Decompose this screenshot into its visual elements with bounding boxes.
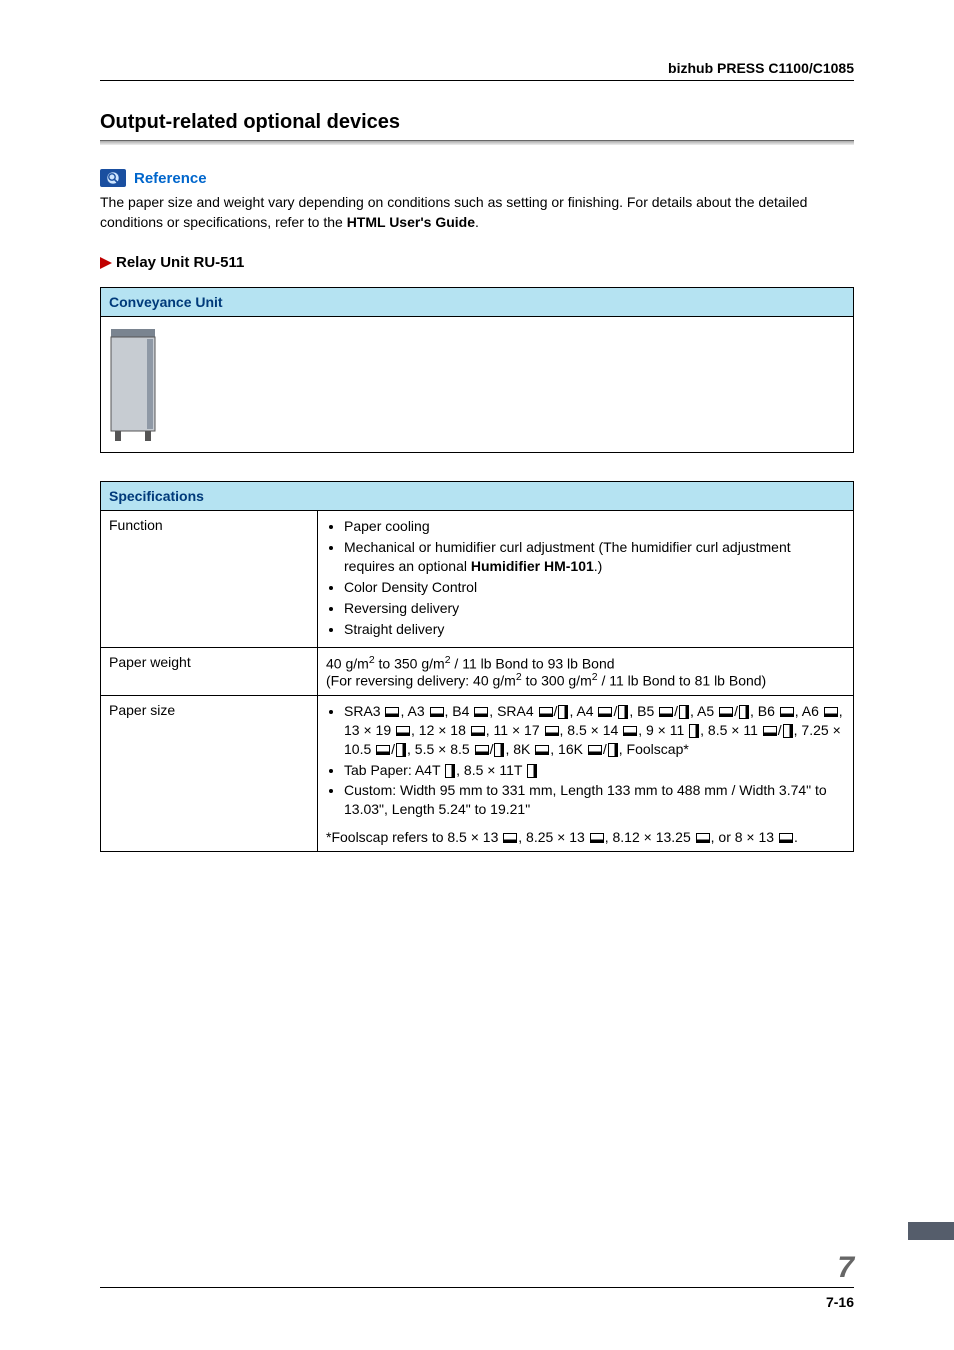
text: to 300 g/m xyxy=(522,673,592,689)
reference-text-after: . xyxy=(475,214,479,230)
list-item: Paper cooling xyxy=(344,517,845,536)
reference-text-bold: HTML User's Guide xyxy=(347,214,475,230)
text-bold: Humidifier HM-101 xyxy=(471,558,594,574)
section-title: Output-related optional devices xyxy=(100,111,854,134)
spec-label: Paper weight xyxy=(101,647,318,695)
spec-value: SRA3 , A3 , B4 , SRA4 /, A4 /, B5 /, A5 … xyxy=(318,695,854,851)
table-row: Function Paper cooling Mechanical or hum… xyxy=(101,511,854,647)
footer-rule xyxy=(100,1287,854,1288)
text: , 8.12 × 13.25 xyxy=(605,829,695,845)
subsection-heading: Relay Unit RU-511 xyxy=(100,254,854,271)
text: 40 g/m xyxy=(326,655,369,671)
reference-row: Reference xyxy=(100,169,854,187)
subsection-title: Relay Unit RU-511 xyxy=(116,254,244,271)
list-item: Custom: Width 95 mm to 331 mm, Length 13… xyxy=(344,781,845,819)
list-item: Reversing delivery xyxy=(344,599,845,618)
reference-label: Reference xyxy=(134,170,207,187)
text: , 8.25 × 13 xyxy=(518,829,588,845)
list-item: Straight delivery xyxy=(344,620,845,639)
text: / 11 lb Bond to 81 lb Bond) xyxy=(598,673,767,689)
text: (For reversing delivery: 40 g/m xyxy=(326,673,516,689)
reference-text: The paper size and weight vary depending… xyxy=(100,193,854,232)
spec-label: Function xyxy=(101,511,318,647)
text: to 350 g/m xyxy=(375,655,445,671)
conveyance-table: Conveyance Unit xyxy=(100,287,854,453)
header-product: bizhub PRESS C1100/C1085 xyxy=(100,60,854,76)
relay-unit-image xyxy=(109,323,161,443)
side-tab xyxy=(908,1222,954,1240)
text: / 11 lb Bond to 93 lb Bond xyxy=(451,655,615,671)
text: , 8.5 × 11T xyxy=(456,762,526,778)
page-number: 7-16 xyxy=(100,1294,854,1310)
list-item: SRA3 , A3 , B4 , SRA4 /, A4 /, B5 /, A5 … xyxy=(344,702,845,759)
specifications-table: Specifications Function Paper cooling Me… xyxy=(100,481,854,852)
table-row: Paper weight 40 g/m2 to 350 g/m2 / 11 lb… xyxy=(101,647,854,695)
table-row: Paper size SRA3 , A3 , B4 , SRA4 /, A4 /… xyxy=(101,695,854,851)
text: . xyxy=(794,829,798,845)
text: , or 8 × 13 xyxy=(711,829,778,845)
footer: 7 7-16 xyxy=(100,1251,854,1310)
conveyance-header: Conveyance Unit xyxy=(101,288,854,317)
spec-value: Paper cooling Mechanical or humidifier c… xyxy=(318,511,854,647)
triangle-icon xyxy=(100,257,112,269)
reference-icon xyxy=(100,169,126,187)
list-item: Mechanical or humidifier curl adjustment… xyxy=(344,538,845,576)
spec-label: Paper size xyxy=(101,695,318,851)
list-item: Tab Paper: A4T , 8.5 × 11T xyxy=(344,761,845,780)
foolscap-note: *Foolscap refers to 8.5 × 13 , 8.25 × 13… xyxy=(326,829,845,845)
text: .) xyxy=(594,558,603,574)
text: Tab Paper: A4T xyxy=(344,762,444,778)
spec-value: 40 g/m2 to 350 g/m2 / 11 lb Bond to 93 l… xyxy=(318,647,854,695)
text: *Foolscap refers to 8.5 × 13 xyxy=(326,829,502,845)
header-rule xyxy=(100,80,854,81)
section-underline xyxy=(100,140,854,145)
specifications-header: Specifications xyxy=(101,482,854,511)
conveyance-image-cell xyxy=(101,317,854,453)
chapter-number: 7 xyxy=(100,1251,854,1285)
page: bizhub PRESS C1100/C1085 Output-related … xyxy=(0,0,954,1350)
list-item: Color Density Control xyxy=(344,578,845,597)
